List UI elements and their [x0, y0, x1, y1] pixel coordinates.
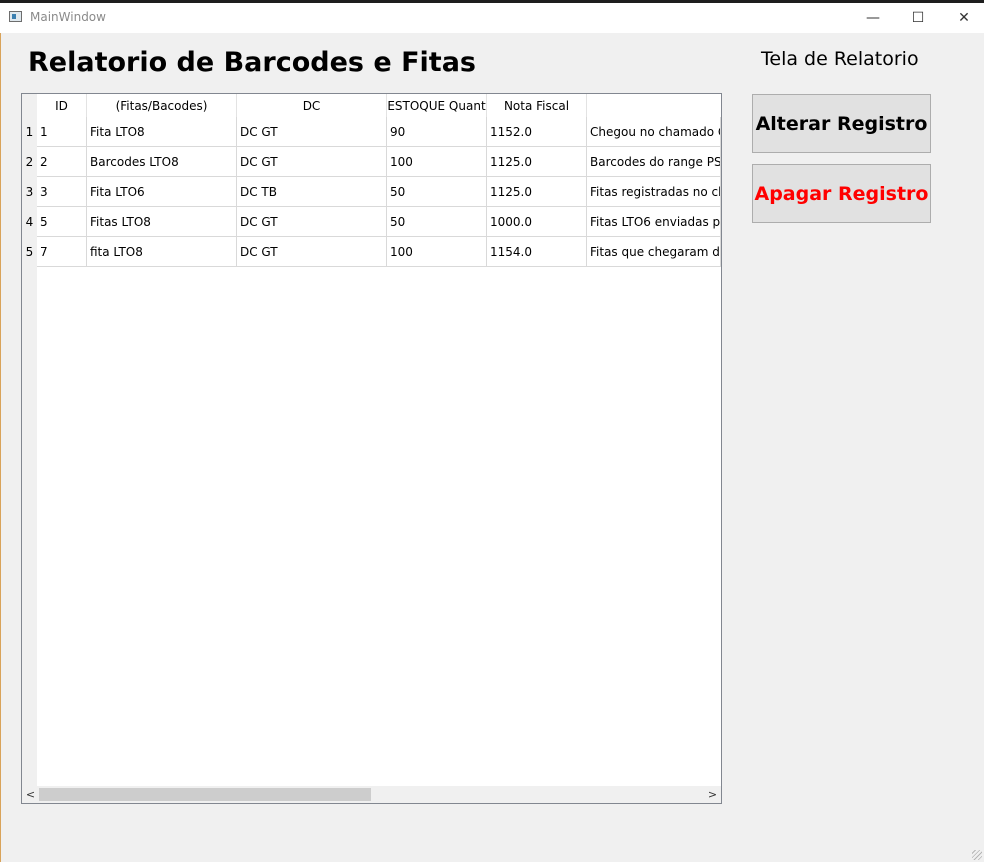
row-header-1[interactable]: 1 [22, 117, 37, 147]
maximize-button[interactable]: ☐ [895, 3, 941, 33]
table-cell[interactable]: 1 [37, 117, 87, 147]
delete-record-button[interactable]: Apagar Registro [752, 164, 931, 223]
table-cell[interactable]: DC GT [237, 117, 387, 147]
table-cell[interactable]: 1125.0 [487, 147, 587, 177]
row-header-4[interactable]: 4 [22, 207, 37, 237]
table-cell[interactable]: 90 [387, 117, 487, 147]
alter-record-button[interactable]: Alterar Registro [752, 94, 931, 153]
table-cell[interactable]: DC GT [237, 147, 387, 177]
title-bar: MainWindow — ☐ ✕ [0, 0, 984, 33]
row-header-5[interactable]: 5 [22, 237, 37, 267]
table-cell[interactable]: DC GT [237, 237, 387, 267]
records-table[interactable]: ID (Fitas/Bacodes) DC ESTOQUE Quant Nota… [21, 93, 722, 804]
table-cell[interactable]: Fitas LTO6 enviadas pela i [587, 207, 721, 237]
window-title: MainWindow [30, 10, 106, 24]
page-title: Relatorio de Barcodes e Fitas [28, 47, 476, 78]
row-header-3[interactable]: 3 [22, 177, 37, 207]
table-cell[interactable]: 1000.0 [487, 207, 587, 237]
minimize-button[interactable]: — [850, 3, 896, 33]
app-window-icon [9, 11, 22, 22]
table-cell[interactable]: Fita LTO6 [87, 177, 237, 207]
table-cell[interactable]: 1154.0 [487, 237, 587, 267]
table-cell[interactable]: 50 [387, 177, 487, 207]
column-header-fitas-bacodes[interactable]: (Fitas/Bacodes) [87, 94, 237, 118]
table-cell[interactable]: 100 [387, 147, 487, 177]
table-cell[interactable]: DC GT [237, 207, 387, 237]
table-cell[interactable]: DC TB [237, 177, 387, 207]
table-cell[interactable]: 7 [37, 237, 87, 267]
scrollbar-thumb[interactable] [39, 788, 371, 801]
table-cell[interactable]: 50 [387, 207, 487, 237]
table-cell[interactable]: 1125.0 [487, 177, 587, 207]
table-cell[interactable]: Chegou no chamado Gu [587, 117, 721, 147]
column-header-dc[interactable]: DC [237, 94, 387, 118]
table-cell[interactable]: Fitas LTO8 [87, 207, 237, 237]
table-cell[interactable]: 1152.0 [487, 117, 587, 147]
table-cell[interactable]: Barcodes do range PS100 [587, 147, 721, 177]
scroll-left-arrow-icon[interactable]: < [22, 786, 39, 803]
table-cell[interactable]: 2 [37, 147, 87, 177]
row-header-2[interactable]: 2 [22, 147, 37, 177]
table-cell[interactable]: Barcodes LTO8 [87, 147, 237, 177]
window-edge [0, 33, 1, 862]
screen-label: Tela de Relatorio [761, 48, 919, 70]
table-cell[interactable]: 5 [37, 207, 87, 237]
column-header-nota-fiscal[interactable]: Nota Fiscal [487, 94, 587, 118]
table-cell[interactable]: 3 [37, 177, 87, 207]
horizontal-scrollbar[interactable]: < > [22, 786, 721, 803]
table-cell[interactable]: 100 [387, 237, 487, 267]
table-cell[interactable]: Fitas que chegaram do fo [587, 237, 721, 267]
column-header-observacao[interactable] [587, 94, 721, 118]
scroll-right-arrow-icon[interactable]: > [704, 786, 721, 803]
resize-grip-icon[interactable] [972, 850, 982, 860]
table-cell[interactable]: Fitas registradas no cham [587, 177, 721, 207]
column-header-id[interactable]: ID [37, 94, 87, 118]
table-cell[interactable]: fita LTO8 [87, 237, 237, 267]
column-header-estoque-quant[interactable]: ESTOQUE Quant [387, 94, 487, 118]
table-cell[interactable]: Fita LTO8 [87, 117, 237, 147]
close-button[interactable]: ✕ [941, 3, 984, 33]
